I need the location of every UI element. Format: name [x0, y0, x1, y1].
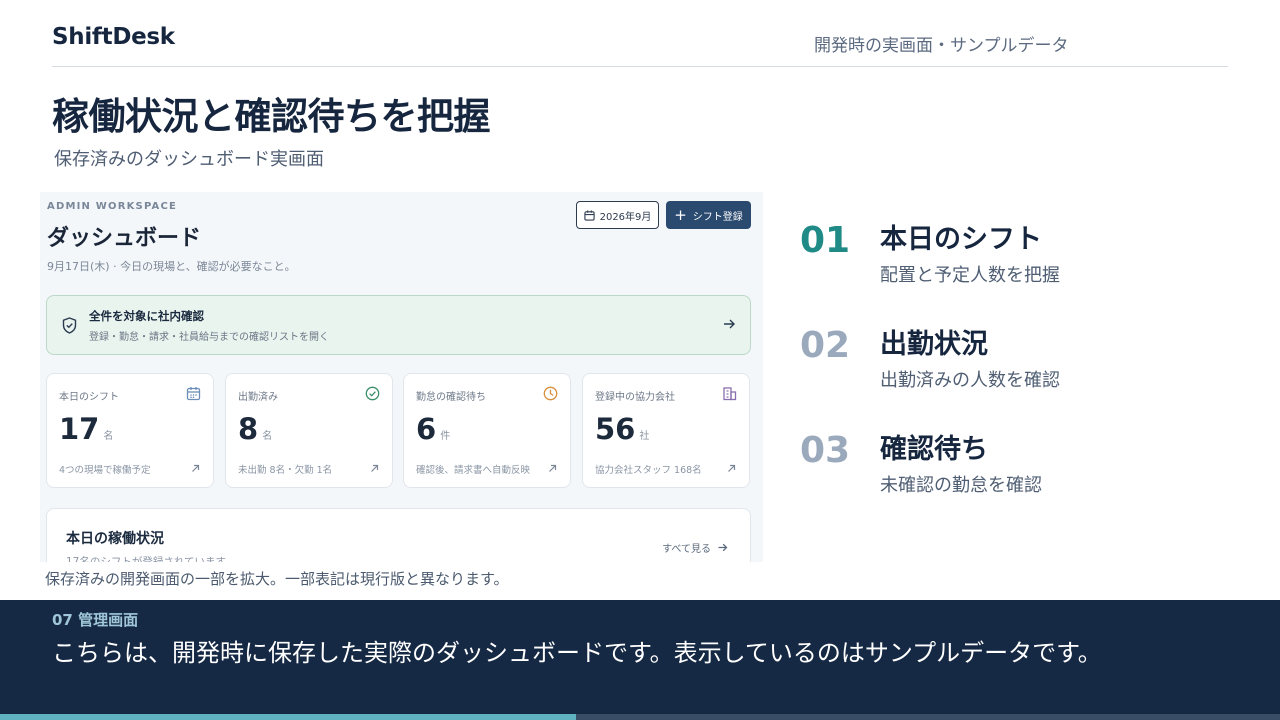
stat-card-today-shifts[interactable]: 本日のシフト 17 名 4つの現場で稼働予定 — [46, 373, 214, 488]
point-title: 出勤状況 — [880, 329, 988, 360]
clock-icon — [543, 386, 558, 401]
slide-subtitle: 保存済みのダッシュボード実画面 — [54, 149, 324, 170]
point-description: 配置と予定人数を把握 — [880, 265, 1060, 286]
stat-card-footnote: 未出勤 8名・欠勤 1名 — [238, 465, 333, 476]
arrow-right-icon — [724, 319, 735, 329]
calendar-icon — [583, 209, 595, 221]
stat-card-footnote: 4つの現場で稼働予定 — [59, 465, 151, 476]
point-title: 本日のシフト — [880, 224, 1042, 255]
workspace-label: ADMIN WORKSPACE — [47, 201, 178, 212]
see-all-label: すべて見る — [662, 544, 711, 555]
stat-card-attended[interactable]: 出勤済み 8名 未出勤 8名・欠勤 1名 — [225, 373, 393, 488]
point-number: 01 — [800, 220, 851, 261]
header-divider — [52, 66, 1228, 67]
slide-title: 稼働状況と確認待ちを把握 — [52, 95, 491, 138]
external-link-icon[interactable] — [548, 464, 557, 473]
stat-card-label: 出勤済み — [238, 392, 278, 403]
register-shift-button[interactable]: + シフト登録 — [666, 201, 751, 229]
today-status-title: 本日の稼働状況 — [66, 531, 164, 547]
screenshot-caption: 保存済みの開発画面の一部を拡大。一部表記は現行版と異なります。 — [45, 570, 509, 588]
external-link-icon[interactable] — [191, 464, 200, 473]
stat-card-value: 56 社 — [595, 412, 650, 446]
month-selector-label: 2026年9月 — [599, 211, 652, 223]
external-link-icon[interactable] — [727, 464, 736, 473]
stat-card-label: 本日のシフト — [59, 392, 119, 403]
brand-logo: ShiftDesk — [52, 24, 175, 50]
dashboard-heading: ダッシュボード — [47, 226, 202, 251]
dashboard-date-line: 9月17日(木) · 今日の現場と、確認が必要なこと。 — [47, 260, 296, 273]
month-selector-button[interactable]: 2026年9月 — [576, 201, 659, 229]
register-shift-label: シフト登録 — [692, 211, 743, 223]
stat-card-pending-attendance[interactable]: 勤怠の確認待ち 6件 確認後、請求書へ自動反映 — [403, 373, 571, 488]
shield-check-icon — [62, 317, 77, 334]
see-all-link[interactable]: すべて見る — [662, 540, 728, 555]
stat-card-value: 8名 — [238, 412, 273, 446]
plus-icon: + — [674, 205, 687, 224]
top-note: 開発時の実画面・サンプルデータ — [814, 36, 1069, 56]
stat-card-footnote: 確認後、請求書へ自動反映 — [416, 465, 531, 476]
progress-fill — [0, 714, 576, 720]
stat-card-value: 17 名 — [59, 412, 114, 446]
dashboard-screenshot: ADMIN WORKSPACE ダッシュボード 9月17日(木) · 今日の現場… — [40, 192, 763, 562]
section-label: 07 管理画面 — [52, 611, 139, 629]
building-icon — [723, 387, 737, 401]
point-number: 02 — [800, 325, 851, 366]
point-description: 未確認の勤怠を確認 — [880, 475, 1042, 496]
narration-bar: 07 管理画面 こちらは、開発時に保存した実際のダッシュボードです。表示している… — [0, 600, 1280, 720]
today-status-subtitle: 17名のシフトが登録されています — [66, 556, 227, 562]
stat-card-partner-companies[interactable]: 登録中の協力会社 56 社 協力会社スタッフ 168名 — [582, 373, 750, 488]
point-title: 確認待ち — [880, 434, 988, 465]
internal-check-title: 全件を対象に社内確認 — [89, 309, 204, 323]
external-link-icon[interactable] — [370, 464, 379, 473]
internal-check-banner[interactable]: 全件を対象に社内確認 登録・勤怠・請求・社員給与までの確認リストを開く — [46, 295, 751, 355]
today-status-panel: 本日の稼働状況 17名のシフトが登録されています すべて見る — [46, 508, 751, 562]
check-circle-icon — [365, 386, 380, 401]
internal-check-subtitle: 登録・勤怠・請求・社員給与までの確認リストを開く — [89, 332, 329, 343]
arrow-right-icon — [718, 543, 728, 552]
point-number: 03 — [800, 430, 851, 471]
stat-card-label: 勤怠の確認待ち — [416, 392, 486, 403]
stat-card-footnote: 協力会社スタッフ 168名 — [595, 465, 702, 476]
calendar-icon — [186, 387, 201, 401]
progress-track — [0, 714, 1280, 720]
point-description: 出勤済みの人数を確認 — [880, 370, 1060, 391]
narration-text: こちらは、開発時に保存した実際のダッシュボードです。表示しているのはサンプルデー… — [52, 639, 1102, 667]
stat-card-value: 6件 — [416, 412, 451, 446]
stat-card-label: 登録中の協力会社 — [595, 392, 675, 403]
